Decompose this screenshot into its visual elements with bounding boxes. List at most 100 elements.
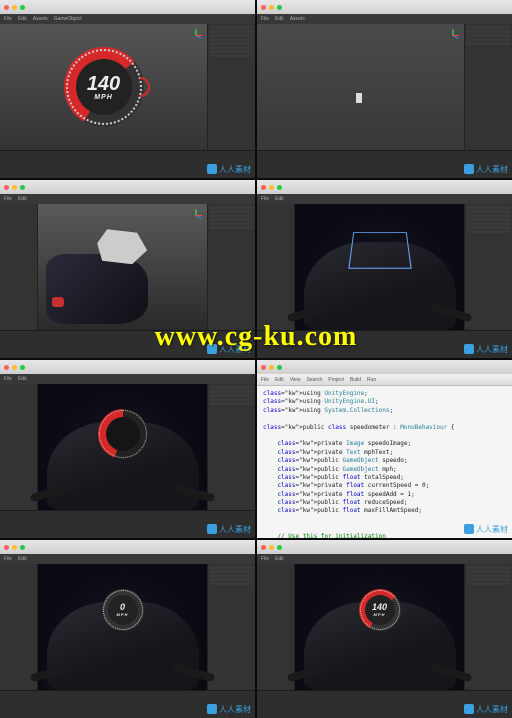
menu-bar[interactable]: File Edit — [257, 194, 512, 204]
hierarchy-panel[interactable] — [257, 204, 295, 330]
zoom-icon[interactable] — [20, 365, 25, 370]
code-text-area[interactable]: class="kw">using UnityEngine; class="kw"… — [257, 386, 512, 538]
menu-bar[interactable]: File Edit — [0, 554, 255, 564]
close-icon[interactable] — [261, 545, 266, 550]
menu-bar[interactable]: File Edit — [0, 194, 255, 204]
scene-viewport[interactable] — [38, 204, 207, 330]
menu-item[interactable]: Search — [306, 377, 322, 383]
minimize-icon[interactable] — [12, 365, 17, 370]
project-panel[interactable] — [0, 690, 255, 718]
project-panel[interactable] — [257, 330, 512, 358]
menu-bar[interactable]: File Edit Assets GameObject — [0, 14, 255, 24]
scene-viewport[interactable]: 140 MPH — [0, 24, 207, 150]
menu-item[interactable]: Run — [367, 377, 376, 383]
minimize-icon[interactable] — [12, 185, 17, 190]
zoom-icon[interactable] — [277, 365, 282, 370]
window-titlebar[interactable] — [257, 540, 512, 554]
minimize-icon[interactable] — [269, 5, 274, 10]
orientation-gizmo[interactable] — [446, 28, 460, 42]
window-titlebar[interactable] — [257, 360, 512, 374]
project-panel[interactable] — [257, 690, 512, 718]
menu-item[interactable]: Edit — [275, 196, 284, 202]
project-panel[interactable] — [0, 150, 255, 178]
hierarchy-panel[interactable] — [257, 564, 295, 690]
menu-item[interactable]: Project — [328, 377, 344, 383]
zoom-icon[interactable] — [277, 545, 282, 550]
hierarchy-panel[interactable] — [0, 384, 38, 510]
menu-item[interactable]: View — [290, 377, 301, 383]
menu-item[interactable]: File — [4, 196, 12, 202]
zoom-icon[interactable] — [277, 5, 282, 10]
window-titlebar[interactable] — [257, 0, 512, 14]
close-icon[interactable] — [261, 185, 266, 190]
minimize-icon[interactable] — [269, 545, 274, 550]
motorcycle-mesh[interactable] — [46, 254, 147, 323]
window-titlebar[interactable] — [0, 540, 255, 554]
menu-item[interactable]: File — [261, 556, 269, 562]
menu-item[interactable]: File — [261, 377, 269, 383]
menu-item[interactable]: File — [261, 196, 269, 202]
inspector-panel[interactable] — [207, 204, 255, 330]
menu-item[interactable]: Edit — [18, 556, 27, 562]
ui-rect-transform[interactable] — [348, 232, 411, 269]
inspector-panel[interactable] — [464, 564, 512, 690]
inspector-panel[interactable] — [464, 204, 512, 330]
game-viewport[interactable]: 0 MPH — [38, 564, 207, 690]
orientation-gizmo[interactable] — [189, 208, 203, 222]
close-icon[interactable] — [4, 365, 9, 370]
menu-item[interactable]: File — [4, 376, 12, 382]
zoom-icon[interactable] — [20, 545, 25, 550]
menu-item[interactable]: Build — [350, 377, 361, 383]
window-titlebar[interactable] — [0, 360, 255, 374]
scene-viewport[interactable] — [38, 384, 207, 510]
scene-viewport[interactable] — [257, 24, 464, 150]
minimize-icon[interactable] — [12, 545, 17, 550]
menu-bar[interactable]: File Edit — [0, 374, 255, 384]
menu-item[interactable]: File — [261, 16, 269, 22]
window-titlebar[interactable] — [0, 180, 255, 194]
window-titlebar[interactable] — [0, 0, 255, 14]
menu-item[interactable]: Edit — [18, 16, 27, 22]
scene-viewport[interactable] — [295, 204, 464, 330]
menu-item[interactable]: Edit — [275, 377, 284, 383]
menu-item[interactable]: File — [4, 556, 12, 562]
gauge-speed-value: 140 — [87, 74, 120, 94]
game-viewport[interactable]: 140 MPH — [295, 564, 464, 690]
menu-item[interactable]: Edit — [275, 16, 284, 22]
project-panel[interactable] — [257, 150, 512, 178]
zoom-icon[interactable] — [20, 5, 25, 10]
zoom-icon[interactable] — [277, 185, 282, 190]
minimize-icon[interactable] — [269, 365, 274, 370]
code-menu-bar[interactable]: File Edit View Search Project Build Run — [257, 374, 512, 386]
inspector-panel[interactable] — [207, 24, 255, 150]
wireframe-polygon[interactable] — [97, 229, 147, 264]
scene-object[interactable] — [356, 93, 362, 103]
inspector-panel[interactable] — [207, 564, 255, 690]
close-icon[interactable] — [261, 5, 266, 10]
minimize-icon[interactable] — [12, 5, 17, 10]
menu-bar[interactable]: File Edit — [257, 554, 512, 564]
gauge-slot: 140 MPH — [359, 589, 401, 631]
zoom-icon[interactable] — [20, 185, 25, 190]
project-panel[interactable] — [0, 510, 255, 538]
inspector-panel[interactable] — [207, 384, 255, 510]
menu-item[interactable]: GameObject — [54, 16, 82, 22]
close-icon[interactable] — [4, 5, 9, 10]
menu-item[interactable]: Edit — [18, 376, 27, 382]
close-icon[interactable] — [4, 185, 9, 190]
menu-item[interactable]: Edit — [18, 196, 27, 202]
hierarchy-panel[interactable] — [0, 564, 38, 690]
menu-item[interactable]: Assets — [33, 16, 48, 22]
project-panel[interactable] — [0, 330, 255, 358]
hierarchy-panel[interactable] — [0, 204, 38, 330]
close-icon[interactable] — [4, 545, 9, 550]
minimize-icon[interactable] — [269, 185, 274, 190]
menu-item[interactable]: Edit — [275, 556, 284, 562]
inspector-panel[interactable] — [464, 24, 512, 150]
orientation-gizmo[interactable] — [189, 28, 203, 42]
close-icon[interactable] — [261, 365, 266, 370]
menu-item[interactable]: File — [4, 16, 12, 22]
window-titlebar[interactable] — [257, 180, 512, 194]
menu-bar[interactable]: File Edit Assets — [257, 14, 512, 24]
menu-item[interactable]: Assets — [290, 16, 305, 22]
